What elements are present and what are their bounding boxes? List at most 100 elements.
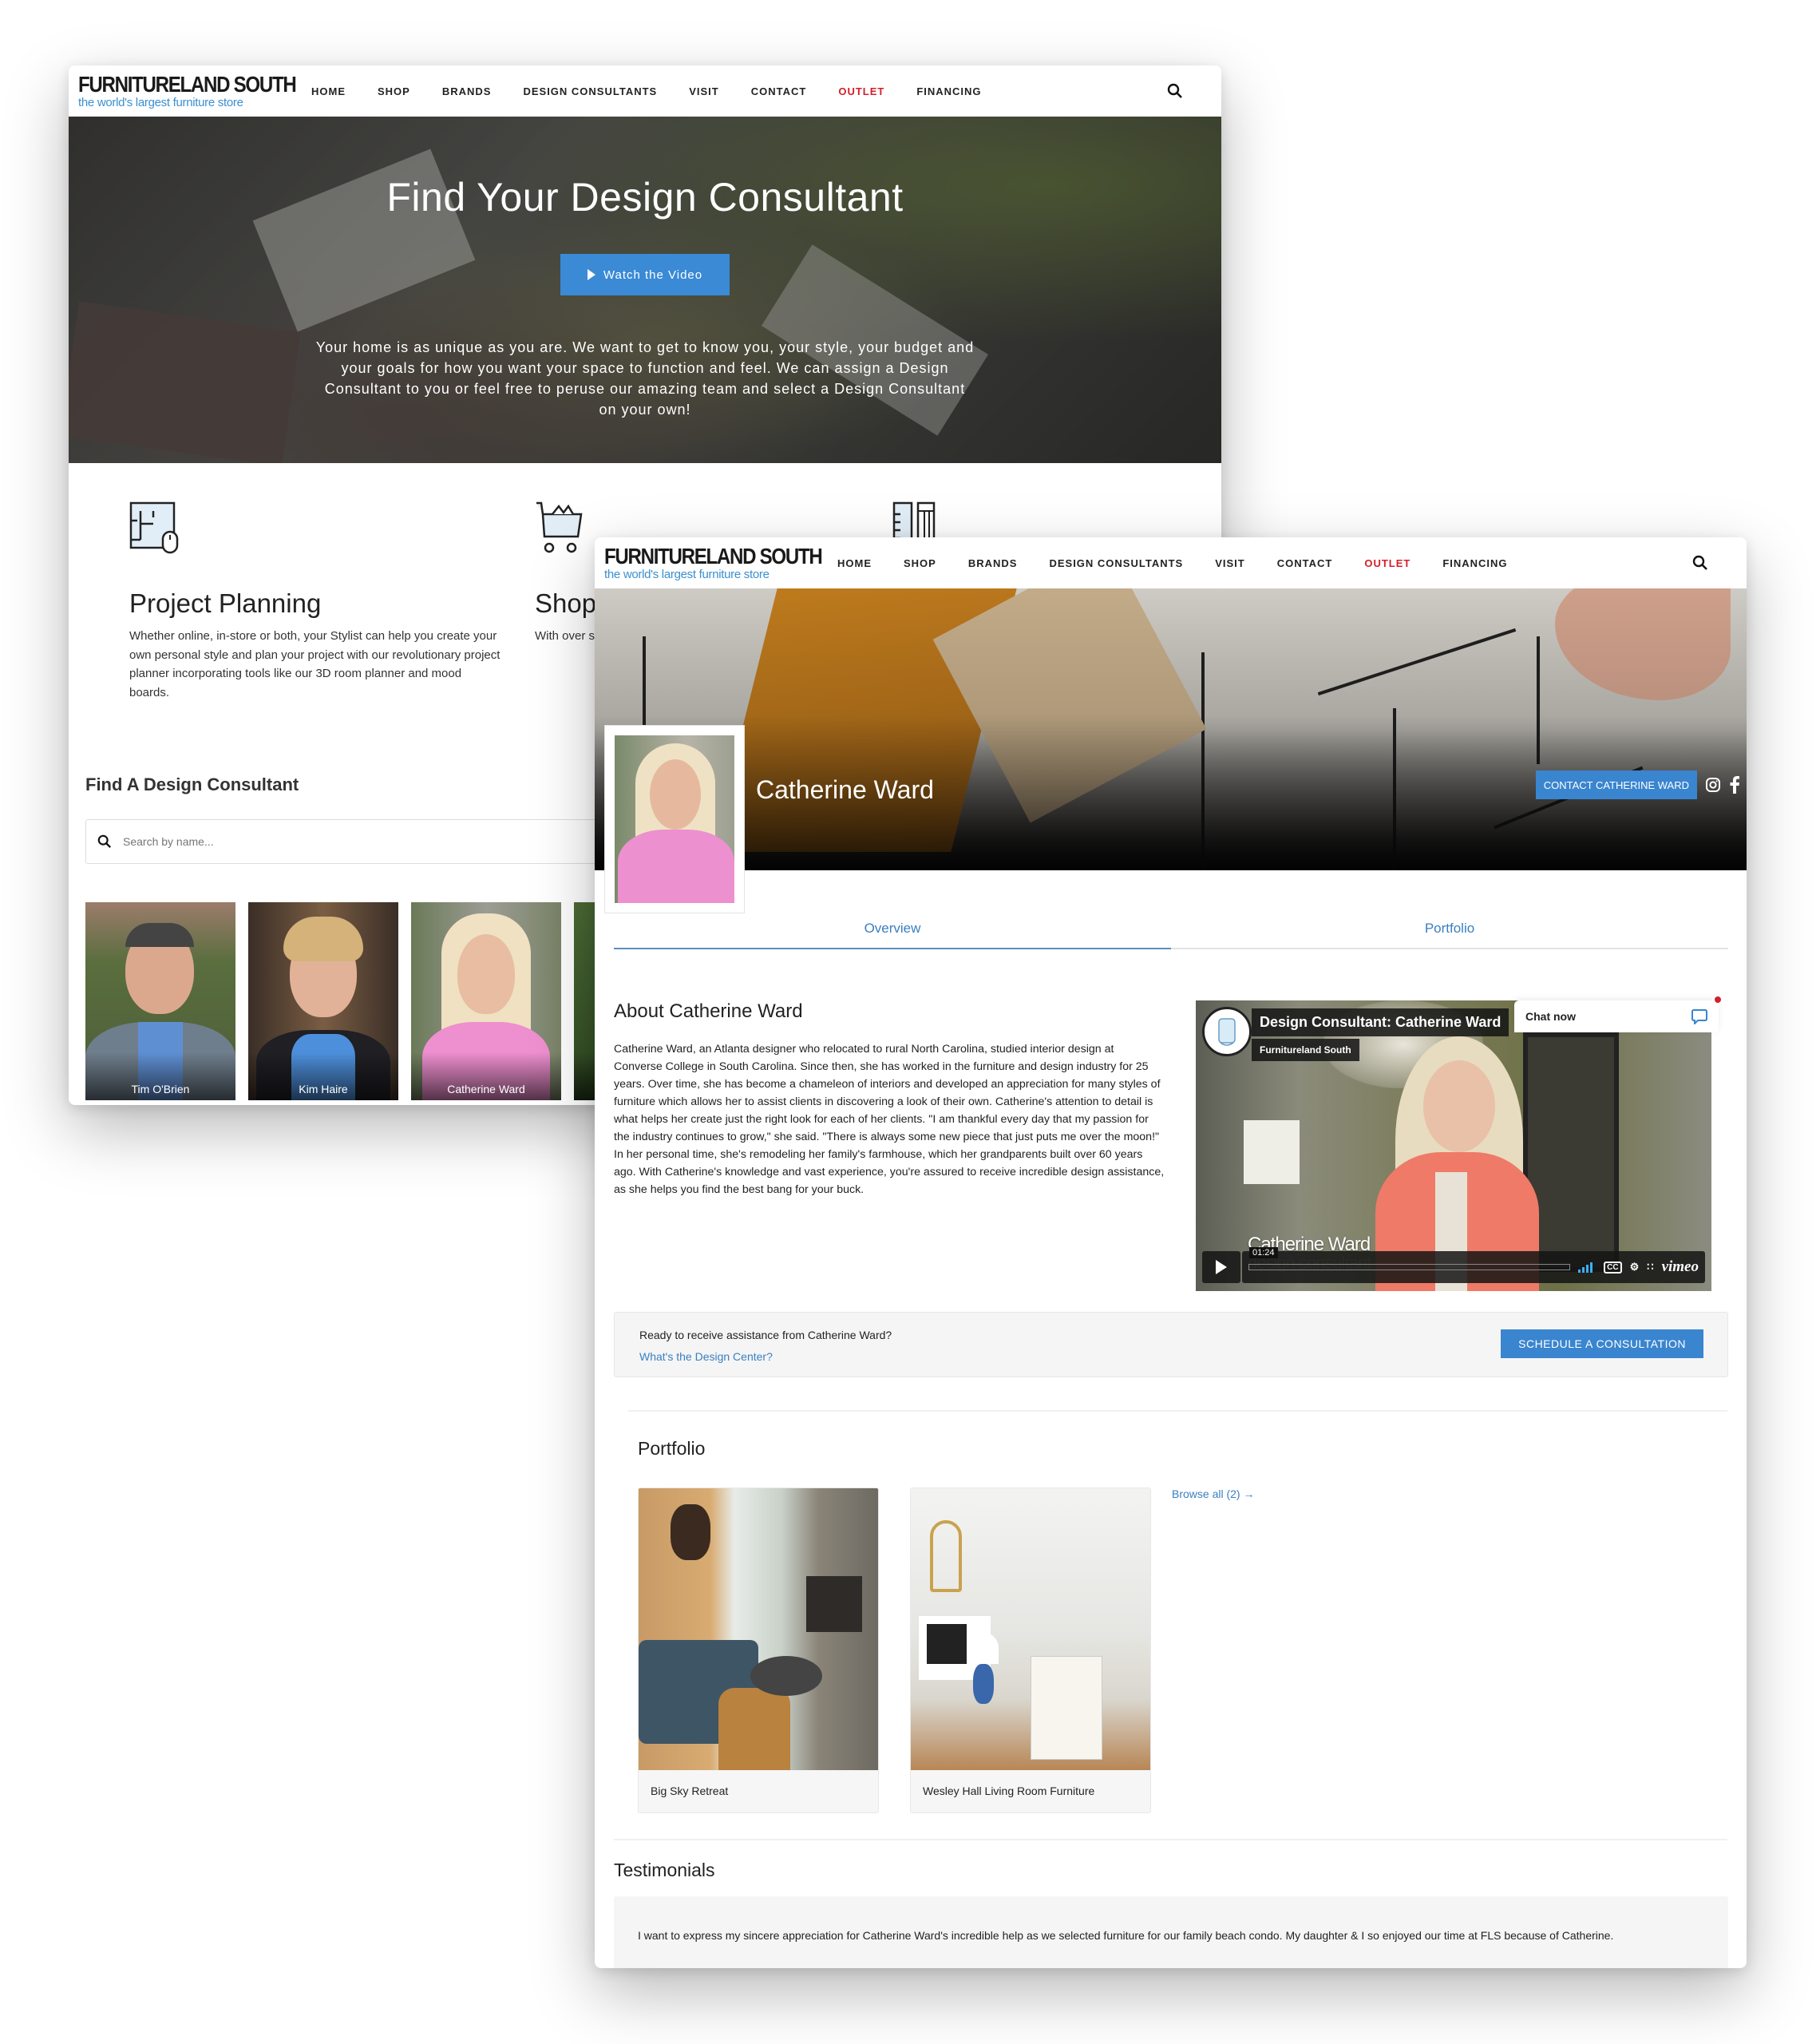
consultant-name-heading: Catherine Ward	[756, 775, 934, 804]
consultant-name: Tim O'Brien	[131, 1083, 190, 1095]
nav-home[interactable]: HOME	[295, 85, 362, 97]
consultant-name: Catherine Ward	[447, 1083, 525, 1095]
logo-tagline: the world's largest furniture store	[604, 568, 770, 581]
search-icon[interactable]	[1692, 555, 1708, 571]
nav-financing[interactable]: FINANCING	[900, 85, 997, 97]
nav-shop[interactable]: SHOP	[362, 85, 426, 97]
feature-text: With over showroom in our Out perfect pi	[535, 629, 599, 643]
contact-consultant-button[interactable]: CONTACT CATHERINE WARD	[1535, 770, 1697, 799]
video-channel[interactable]: Furnitureland South	[1252, 1039, 1359, 1061]
portfolio-caption: Wesley Hall Living Room Furniture	[923, 1785, 1095, 1797]
find-consultant-title: Find A Design Consultant	[85, 774, 299, 794]
site-header: FURNITURELAND SOUTH the world's largest …	[69, 65, 1221, 117]
feature-shop: Shop With over showroom in our Out perfe…	[535, 501, 599, 646]
portfolio-card[interactable]: Big Sky Retreat	[638, 1487, 879, 1813]
nav-contact[interactable]: CONTACT	[735, 85, 823, 97]
video-controls: 01:24 CC ⚙ ∷ vimeo	[1202, 1247, 1705, 1283]
consultant-card[interactable]: Kim Haire	[248, 902, 398, 1100]
cc-icon[interactable]: CC	[1604, 1261, 1622, 1274]
video-player[interactable]: Design Consultant: Catherine Ward Furnit…	[1196, 1000, 1711, 1291]
search-icon[interactable]	[1167, 83, 1183, 99]
portfolio-image	[911, 1488, 1150, 1770]
feature-project-planning: Project Planning Whether online, in-stor…	[129, 501, 504, 702]
portrait-photo	[411, 902, 561, 1100]
consultant-search-input[interactable]	[123, 835, 267, 848]
consultation-cta: Ready to receive assistance from Catheri…	[614, 1312, 1728, 1377]
facebook-icon[interactable]	[1729, 776, 1740, 794]
hero-bg-leather-swatch	[711, 588, 1021, 852]
volume-icon[interactable]	[1578, 1262, 1596, 1273]
consultant-card[interactable]: Tim O'Brien	[85, 902, 235, 1100]
testimonial-text: I want to express my sincere appreciatio…	[638, 1929, 1614, 1942]
consultant-profile-window: FURNITURELAND SOUTH the world's largest …	[595, 537, 1747, 1968]
main-nav: HOME SHOP BRANDS DESIGN CONSULTANTS VISI…	[295, 85, 998, 97]
tab-portfolio[interactable]: Portfolio	[1171, 921, 1728, 948]
play-button[interactable]	[1202, 1251, 1240, 1283]
consultant-name: Kim Haire	[299, 1083, 348, 1095]
main-nav: HOME SHOP BRANDS DESIGN CONSULTANTS VISI…	[821, 557, 1524, 569]
channel-avatar[interactable]	[1202, 1007, 1252, 1056]
watch-video-button[interactable]: Watch the Video	[560, 254, 730, 295]
portfolio-title: Portfolio	[638, 1438, 706, 1459]
nav-design-consultants[interactable]: DESIGN CONSULTANTS	[1033, 557, 1199, 569]
play-icon	[587, 269, 595, 280]
fullscreen-icon[interactable]: ∷	[1647, 1261, 1653, 1274]
nav-design-consultants[interactable]: DESIGN CONSULTANTS	[507, 85, 673, 97]
nav-contact[interactable]: CONTACT	[1261, 557, 1349, 569]
hero-description: Your home is as unique as you are. We wa…	[315, 339, 975, 418]
settings-gear-icon[interactable]: ⚙	[1630, 1261, 1640, 1274]
nav-visit[interactable]: VISIT	[673, 85, 735, 97]
chat-widget[interactable]: Chat now	[1514, 994, 1723, 1032]
portfolio-image	[639, 1488, 878, 1770]
testimonials-title: Testimonials	[614, 1860, 715, 1880]
hero-actions: CONTACT CATHERINE WARD	[1535, 770, 1740, 799]
design-center-link[interactable]: What's the Design Center?	[639, 1350, 773, 1363]
profile-hero-banner	[595, 588, 1747, 870]
consultant-card[interactable]: Catherine Ward	[411, 902, 561, 1100]
section-divider	[628, 1410, 1727, 1412]
profile-portrait	[615, 735, 734, 903]
tab-overview[interactable]: Overview	[614, 921, 1171, 949]
feature-text: Whether online, in-store or both, your S…	[129, 629, 500, 699]
portfolio-card[interactable]: Wesley Hall Living Room Furniture	[910, 1487, 1151, 1813]
nav-outlet[interactable]: OUTLET	[822, 85, 900, 97]
hero-title: Find Your Design Consultant	[386, 175, 904, 220]
search-icon	[97, 834, 112, 849]
nav-visit[interactable]: VISIT	[1199, 557, 1261, 569]
logo[interactable]: FURNITURELAND SOUTH the world's largest …	[78, 72, 297, 109]
hero-bg-suede-swatch	[932, 588, 1207, 823]
schedule-consultation-button[interactable]: SCHEDULE A CONSULTATION	[1501, 1329, 1703, 1358]
nav-outlet[interactable]: OUTLET	[1348, 557, 1426, 569]
nav-brands[interactable]: BRANDS	[426, 85, 508, 97]
nav-shop[interactable]: SHOP	[888, 557, 952, 569]
chat-label: Chat now	[1525, 1010, 1576, 1023]
instagram-icon[interactable]	[1705, 777, 1721, 793]
logo[interactable]: FURNITURELAND SOUTH the world's largest …	[604, 545, 823, 581]
hero-content: Find Your Design Consultant Watch the Vi…	[69, 117, 1221, 463]
play-icon	[1216, 1260, 1227, 1274]
logo-wordmark: FURNITURELAND SOUTH	[78, 72, 297, 97]
progress-track[interactable]: 01:24	[1248, 1247, 1571, 1270]
testimonial-item: I want to express my sincere appreciatio…	[614, 1896, 1728, 1968]
nav-home[interactable]: HOME	[821, 557, 888, 569]
nav-financing[interactable]: FINANCING	[1426, 557, 1523, 569]
cta-question: Ready to receive assistance from Catheri…	[639, 1329, 892, 1341]
nav-brands[interactable]: BRANDS	[952, 557, 1034, 569]
hero-banner: Find Your Design Consultant Watch the Vi…	[69, 117, 1221, 463]
consultant-grid: Tim O'Brien Kim Haire Catherine Ward	[85, 902, 598, 1100]
video-duration: 01:24	[1249, 1247, 1278, 1258]
video-bg-lamp	[1244, 1120, 1300, 1184]
portfolio-caption: Big Sky Retreat	[651, 1785, 729, 1797]
section-divider	[614, 1839, 1727, 1840]
browse-all-link[interactable]: Browse all (2) →	[1172, 1487, 1254, 1500]
floorplan-mouse-icon	[129, 501, 179, 554]
control-bar: 01:24 CC ⚙ ∷ vimeo	[1242, 1247, 1705, 1283]
portrait-photo	[248, 902, 398, 1100]
vimeo-logo[interactable]: vimeo	[1662, 1258, 1699, 1276]
profile-photo	[604, 725, 745, 913]
video-title[interactable]: Design Consultant: Catherine Ward	[1252, 1008, 1509, 1036]
feature-title: Shop	[535, 588, 597, 618]
logo-tagline: the world's largest furniture store	[78, 96, 243, 109]
video-person-face	[1423, 1060, 1495, 1152]
profile-tabs: Overview Portfolio	[614, 921, 1728, 949]
